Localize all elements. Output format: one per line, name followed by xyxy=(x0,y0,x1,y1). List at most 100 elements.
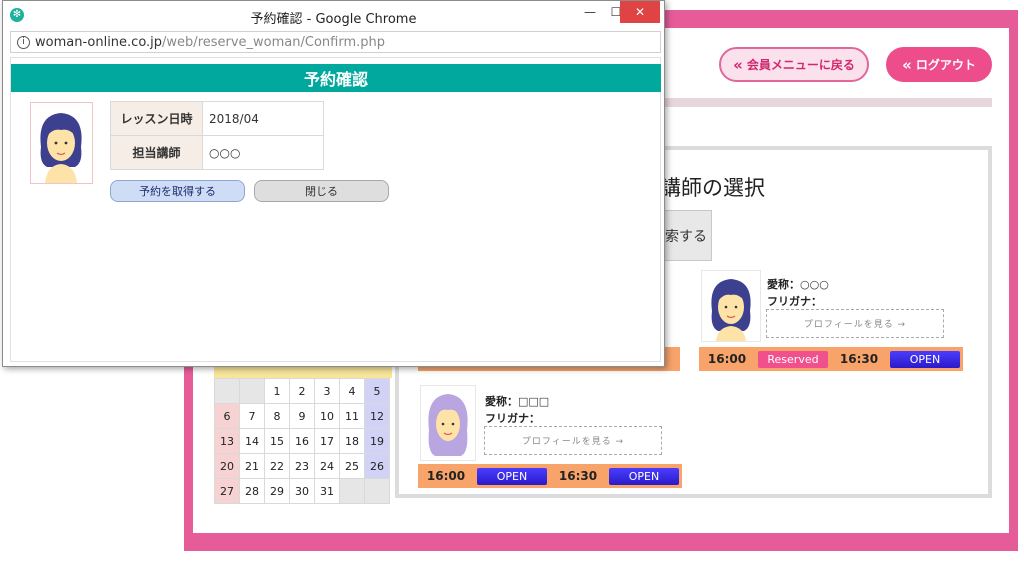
calendar-day[interactable]: 15 xyxy=(264,428,290,454)
title-bar[interactable]: ✻ 予約確認 - Google Chrome — ☐ ✕ xyxy=(3,1,664,31)
calendar-day[interactable]: 1 xyxy=(264,378,290,404)
slot-time: 16:00 xyxy=(699,347,755,371)
calendar-day[interactable]: 17 xyxy=(314,428,340,454)
calendar-day[interactable]: 14 xyxy=(239,428,265,454)
calendar-day[interactable]: 2 xyxy=(289,378,315,404)
teacher-avatar[interactable] xyxy=(420,385,476,461)
calendar-day[interactable]: 23 xyxy=(289,453,315,479)
calendar-day[interactable]: 28 xyxy=(239,478,265,504)
calendar-day[interactable]: 19 xyxy=(364,428,390,454)
desktop: « 会員メニューに戻る « ログアウト 講師の選択 索する 愛称：○○○ フリガ… xyxy=(0,0,1024,562)
reserve-button[interactable]: 予約を取得する xyxy=(110,180,245,202)
calendar-day[interactable]: 25 xyxy=(339,453,365,479)
nickname-label: 愛称： xyxy=(485,395,518,408)
detail-row: レッスン日時 2018/04 xyxy=(110,101,324,136)
teacher-furigana: フリガナ： xyxy=(485,412,540,425)
teacher-portrait-icon xyxy=(711,279,751,341)
popup-content: 予約確認 レッスン日時 2018/04 担当講師 ○○○ 予約を取得する 閉じる xyxy=(10,57,661,362)
close-window-button[interactable]: ✕ xyxy=(620,1,660,23)
calendar-day[interactable]: 6 xyxy=(214,403,240,429)
calendar: 1 2 3 4 5 6 7 8 9 10 11 12 13 14 15 16 17 18 19 20 21 22 23 24 2… xyxy=(214,378,390,504)
logout-label: ログアウト xyxy=(915,58,976,72)
chrome-popup-window: ✻ 予約確認 - Google Chrome — ☐ ✕ i woman-onl… xyxy=(2,0,665,367)
calendar-day[interactable]: 16 xyxy=(289,428,315,454)
teacher-avatar xyxy=(30,102,93,184)
calendar-day[interactable]: 18 xyxy=(339,428,365,454)
window-title: 予約確認 - Google Chrome xyxy=(250,12,417,27)
calendar-day[interactable]: 31 xyxy=(314,478,340,504)
slot-time: 16:30 xyxy=(831,347,887,371)
detail-row: 担当講師 ○○○ xyxy=(110,135,324,170)
divider-bar xyxy=(660,98,992,107)
calendar-day[interactable]: 26 xyxy=(364,453,390,479)
calendar-day[interactable]: 13 xyxy=(214,428,240,454)
double-chevron-left-icon: « xyxy=(733,55,743,74)
search-button-label: 索する xyxy=(665,228,707,245)
calendar-day xyxy=(239,378,265,404)
close-button[interactable]: 閉じる xyxy=(254,180,389,202)
double-chevron-left-icon: « xyxy=(902,55,912,74)
address-bar[interactable]: i woman-online.co.jp/web/reserve_woman/C… xyxy=(10,31,661,53)
open-slot-button[interactable]: OPEN xyxy=(890,350,960,368)
calendar-day[interactable]: 22 xyxy=(264,453,290,479)
member-menu-button[interactable]: « 会員メニューに戻る xyxy=(719,47,869,82)
calendar-day[interactable]: 21 xyxy=(239,453,265,479)
calendar-day[interactable]: 27 xyxy=(214,478,240,504)
teacher-nickname: 愛称：□□□ xyxy=(485,393,549,409)
calendar-day xyxy=(214,378,240,404)
view-profile-button[interactable]: プロフィールを見る → xyxy=(484,426,662,455)
lesson-datetime-value: 2018/04 xyxy=(202,101,324,136)
calendar-day[interactable]: 9 xyxy=(289,403,315,429)
confirm-header: 予約確認 xyxy=(11,64,661,92)
nickname-label: 愛称： xyxy=(767,278,800,291)
minimize-button[interactable]: — xyxy=(577,1,603,23)
reservation-details: レッスン日時 2018/04 担当講師 ○○○ xyxy=(110,101,324,170)
url-path: /web/reserve_woman/Confirm.php xyxy=(162,34,386,50)
calendar-day[interactable]: 8 xyxy=(264,403,290,429)
time-slots: 16:00 Reserved 16:30 OPEN xyxy=(699,347,963,371)
calendar-week: 13 14 15 16 17 18 19 xyxy=(214,428,390,454)
slot-time: 16:30 xyxy=(550,464,606,488)
teacher-furigana: フリガナ： xyxy=(767,295,822,308)
open-slot-button[interactable]: OPEN xyxy=(477,467,547,485)
calendar-day[interactable]: 11 xyxy=(339,403,365,429)
nickname-value: ○○○ xyxy=(800,278,829,291)
teacher-select-title: 講師の選択 xyxy=(660,176,765,200)
view-profile-button[interactable]: プロフィールを見る → xyxy=(766,309,944,338)
calendar-day xyxy=(364,478,390,504)
calendar-day[interactable]: 20 xyxy=(214,453,240,479)
calendar-day[interactable]: 30 xyxy=(289,478,315,504)
calendar-day[interactable]: 3 xyxy=(314,378,340,404)
time-slots: 16:00 OPEN 16:30 OPEN xyxy=(418,464,682,488)
info-icon[interactable]: i xyxy=(17,35,30,49)
teacher-portrait-icon xyxy=(40,113,82,183)
calendar-day[interactable]: 24 xyxy=(314,453,340,479)
view-profile-label: プロフィールを見る → xyxy=(803,320,907,330)
calendar-week: 20 21 22 23 24 25 26 xyxy=(214,453,390,479)
calendar-week: 6 7 8 9 10 11 12 xyxy=(214,403,390,429)
calendar-day[interactable]: 29 xyxy=(264,478,290,504)
reserved-badge: Reserved xyxy=(758,350,828,368)
open-slot-button[interactable]: OPEN xyxy=(609,467,679,485)
calendar-day[interactable]: 5 xyxy=(364,378,390,404)
teacher-portrait-icon xyxy=(428,394,468,456)
slot-time: 16:00 xyxy=(418,464,474,488)
teacher-nickname: 愛称：○○○ xyxy=(767,276,829,292)
lesson-datetime-label: レッスン日時 xyxy=(110,101,203,136)
view-profile-label: プロフィールを見る → xyxy=(521,437,625,447)
nickname-value: □□□ xyxy=(518,395,550,408)
logout-button[interactable]: « ログアウト xyxy=(886,47,992,82)
calendar-day[interactable]: 12 xyxy=(364,403,390,429)
teacher-label: 担当講師 xyxy=(110,135,203,170)
calendar-day[interactable]: 4 xyxy=(339,378,365,404)
calendar-week: 27 28 29 30 31 xyxy=(214,478,390,504)
calendar-day xyxy=(339,478,365,504)
teacher-avatar[interactable] xyxy=(701,270,761,342)
url-domain: woman-online.co.jp xyxy=(35,34,163,50)
calendar-day[interactable]: 7 xyxy=(239,403,265,429)
search-button[interactable]: 索する xyxy=(660,210,712,261)
calendar-day[interactable]: 10 xyxy=(314,403,340,429)
calendar-header xyxy=(214,366,392,378)
member-menu-label: 会員メニューに戻る xyxy=(746,58,855,72)
teacher-value: ○○○ xyxy=(202,135,324,170)
